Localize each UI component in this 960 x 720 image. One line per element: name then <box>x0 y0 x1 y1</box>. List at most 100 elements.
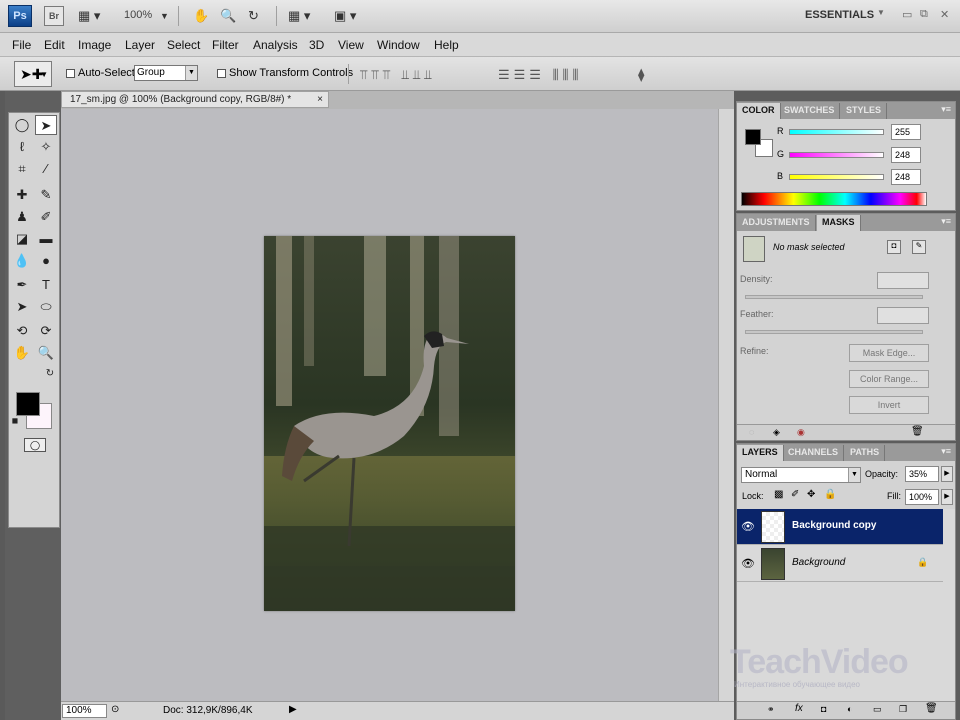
blur-tool-icon[interactable]: 💧 <box>11 251 33 271</box>
density-slider[interactable] <box>745 295 923 299</box>
b-value-input[interactable]: 248 <box>891 169 921 185</box>
lasso-tool-icon[interactable]: ℓ <box>11 137 33 157</box>
menu-file[interactable]: File <box>12 38 31 52</box>
path-selection-icon[interactable]: ➤ <box>11 297 33 317</box>
zoom-level-display[interactable]: 100% <box>124 9 152 21</box>
close-icon[interactable]: ✕ <box>940 8 949 21</box>
menu-analysis[interactable]: Analysis <box>253 38 298 52</box>
restore-icon[interactable]: ⧉ <box>920 8 928 21</box>
g-value-input[interactable]: 248 <box>891 147 921 163</box>
hand-tool-icon[interactable]: ✋ <box>11 343 33 363</box>
gradient-tool-icon[interactable]: ▬ <box>35 229 57 249</box>
shape-tool-icon[interactable]: ⬭ <box>35 297 57 317</box>
tab-paths[interactable]: PATHS <box>845 445 886 461</box>
healing-brush-icon[interactable]: ✚ <box>11 185 33 205</box>
menu-view[interactable]: View <box>338 38 364 52</box>
b-slider[interactable] <box>789 174 884 180</box>
opacity-dropdown-icon[interactable]: ▶ <box>941 466 953 482</box>
lock-pixels-icon[interactable]: ✐ <box>791 489 799 500</box>
workspace-switcher[interactable]: ESSENTIALS <box>805 9 874 21</box>
new-group-icon[interactable]: ▭ <box>873 704 882 715</box>
apply-mask-icon[interactable]: ◈ <box>773 427 780 438</box>
add-mask-icon[interactable]: ◘ <box>821 704 826 714</box>
eraser-tool-icon[interactable]: ◪ <box>11 229 33 249</box>
blend-mode-select[interactable]: Normal ▼ <box>741 467 861 483</box>
3d-rotate-icon[interactable]: ⟲ <box>11 321 33 341</box>
distribute-buttons-icon[interactable]: ☰☰☰ ⫼⫼⫼ <box>498 67 583 83</box>
rotate-view-icon[interactable]: ↻ <box>248 8 259 24</box>
g-slider[interactable] <box>789 152 884 158</box>
magic-wand-icon[interactable]: ✧ <box>35 137 57 157</box>
link-layers-icon[interactable]: ⚭ <box>767 704 775 715</box>
feather-input[interactable] <box>877 307 929 324</box>
opacity-input[interactable]: 35% <box>905 466 939 482</box>
default-colors-icon[interactable]: ◼ <box>9 416 21 426</box>
history-brush-icon[interactable]: ✐ <box>35 207 57 227</box>
canvas[interactable] <box>61 109 718 701</box>
minimize-icon[interactable]: ▭ <box>902 8 912 21</box>
invert-button[interactable]: Invert <box>849 396 929 414</box>
menu-image[interactable]: Image <box>78 38 111 52</box>
type-tool-icon[interactable]: T <box>35 275 57 295</box>
menu-layer[interactable]: Layer <box>125 38 155 52</box>
panel-menu-icon[interactable]: ▾≡ <box>941 104 951 115</box>
r-slider[interactable] <box>789 129 884 135</box>
view-extras-icon[interactable]: ▦ ▾ <box>78 8 100 24</box>
crop-tool-icon[interactable]: ⌗ <box>11 159 33 179</box>
menu-edit[interactable]: Edit <box>44 38 65 52</box>
tool-preset-picker[interactable]: ➤✚ ▼ <box>14 61 52 87</box>
vertical-scrollbar[interactable] <box>718 109 734 701</box>
zoom-tool-icon[interactable]: 🔍 <box>35 343 57 363</box>
color-range-button[interactable]: Color Range... <box>849 370 929 388</box>
vector-mask-icon[interactable]: ✎ <box>912 240 926 254</box>
auto-select-dropdown[interactable]: Group ▼ <box>134 65 198 81</box>
disable-mask-icon[interactable]: ◉ <box>797 427 805 438</box>
load-selection-icon[interactable]: ◌ <box>749 427 754 437</box>
r-value-input[interactable]: 255 <box>891 124 921 140</box>
menu-help[interactable]: Help <box>434 38 459 52</box>
delete-mask-icon[interactable]: 🗑 <box>911 426 924 437</box>
document-tab[interactable]: 17_sm.jpg @ 100% (Background copy, RGB/8… <box>61 91 329 108</box>
lock-transparency-icon[interactable]: ▩ <box>774 489 783 500</box>
marquee-tool-icon[interactable]: ◯ <box>11 115 33 135</box>
workspace-dropdown-icon[interactable]: ▼ <box>877 8 885 17</box>
layer-row[interactable]: 👁 Background 🔒 <box>737 546 943 582</box>
quick-mask-button[interactable]: ◯ <box>24 438 46 452</box>
tab-styles[interactable]: STYLES <box>841 103 888 119</box>
eyedropper-icon[interactable]: ⁄ <box>35 159 57 179</box>
adjustment-layer-icon[interactable]: ◐ <box>847 704 852 714</box>
lock-all-icon[interactable]: 🔒 <box>824 489 836 500</box>
feather-slider[interactable] <box>745 330 923 334</box>
pixel-mask-icon[interactable]: ◘ <box>887 240 901 254</box>
move-tool-icon[interactable]: ➤ <box>35 115 57 135</box>
auto-align-icon[interactable]: ⧫ <box>638 67 648 83</box>
pen-tool-icon[interactable]: ✒ <box>11 275 33 295</box>
arrange-documents-icon[interactable]: ▦ ▾ <box>288 8 310 24</box>
status-menu-icon[interactable]: ▶ <box>289 704 297 715</box>
tab-color[interactable]: COLOR <box>737 103 781 119</box>
zoom-dropdown-icon[interactable]: ▼ <box>160 8 169 24</box>
swap-colors-icon[interactable]: ↻ <box>39 368 61 380</box>
tab-adjustments[interactable]: ADJUSTMENTS <box>737 215 816 231</box>
layer-row[interactable]: 👁 Background copy <box>737 509 943 545</box>
tab-channels[interactable]: CHANNELS <box>783 445 845 461</box>
lock-position-icon[interactable]: ✥ <box>807 489 815 500</box>
fill-dropdown-icon[interactable]: ▶ <box>941 489 953 505</box>
foreground-swatch[interactable] <box>745 129 761 145</box>
show-transform-checkbox[interactable] <box>217 69 226 78</box>
tab-masks[interactable]: MASKS <box>817 215 861 231</box>
mask-edge-button[interactable]: Mask Edge... <box>849 344 929 362</box>
delete-layer-icon[interactable]: 🗑 <box>925 703 938 714</box>
foreground-color-swatch[interactable] <box>16 392 40 416</box>
dodge-tool-icon[interactable]: ● <box>35 251 57 271</box>
fill-input[interactable]: 100% <box>905 489 939 505</box>
close-tab-icon[interactable]: × <box>317 92 323 107</box>
menu-select[interactable]: Select <box>167 38 200 52</box>
menu-filter[interactable]: Filter <box>212 38 239 52</box>
crane-photo[interactable] <box>264 236 515 611</box>
layer-style-icon[interactable]: fx <box>795 703 803 714</box>
panel-menu-icon[interactable]: ▾≡ <box>941 216 951 227</box>
align-buttons-icon[interactable]: ⫪⫪⫪ ⫫⫫⫫ <box>360 67 436 83</box>
menu-3d[interactable]: 3D <box>309 38 324 52</box>
screen-mode-icon[interactable]: ▣ ▾ <box>334 8 356 24</box>
